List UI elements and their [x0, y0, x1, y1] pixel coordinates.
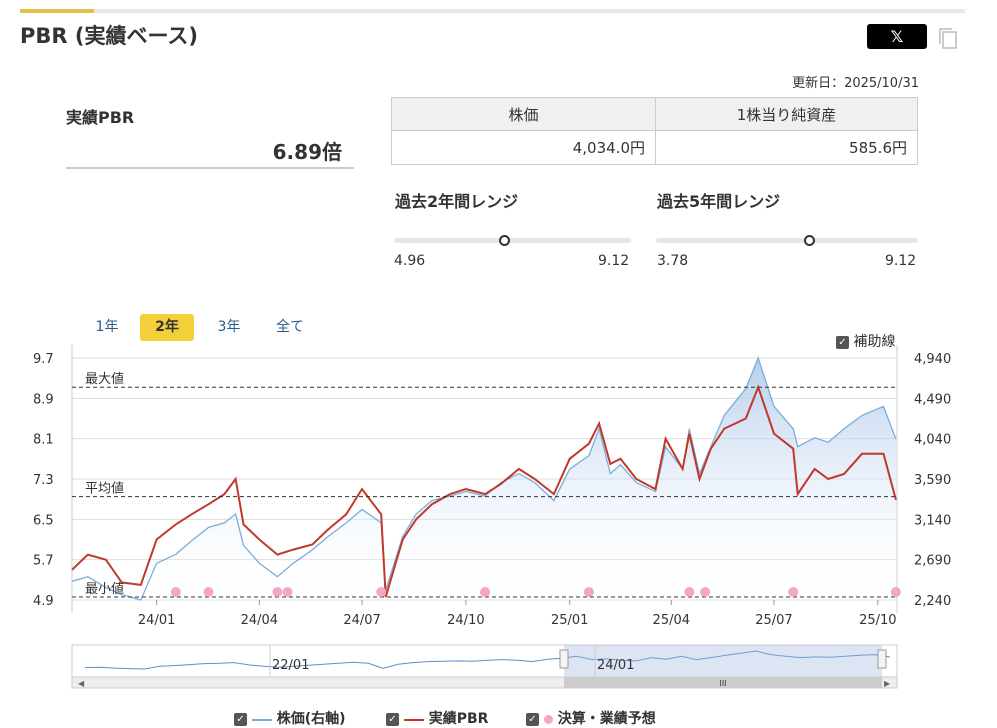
x-tick-label: 24/04: [241, 613, 278, 628]
x-tick-label: 25/01: [551, 613, 588, 628]
navigator-tick-label: 22/01: [272, 658, 309, 673]
event-dot: [480, 587, 491, 597]
pbr-label: 実績PBR: [66, 108, 135, 127]
y-right-tick-label: 3,140: [914, 513, 951, 528]
event-dot: [203, 587, 214, 597]
legend-price-label: 株価(右軸): [276, 711, 346, 727]
pbr-underline: [66, 167, 354, 169]
legend-price-line-icon: [251, 719, 272, 721]
event-dot: [272, 587, 283, 597]
tab-3y[interactable]: 3年: [208, 314, 250, 341]
y-left-tick-label: 8.9: [33, 392, 54, 407]
x-tick-label: 25/07: [755, 613, 792, 628]
bps-header: 1株当り純資産: [655, 97, 918, 131]
event-dot: [282, 587, 293, 597]
range2-label: 過去2年間レンジ: [395, 192, 519, 211]
range2-max: 9.12: [598, 253, 630, 269]
page-title: PBR (実績ベース): [20, 24, 199, 48]
navigator-tick-label: 24/01: [597, 658, 634, 673]
bps-value: 585.6円: [655, 130, 918, 165]
y-left-tick-label: 6.5: [33, 513, 54, 528]
pbr-value: 6.89倍: [272, 140, 342, 164]
updated-date: 更新日：2025/10/31: [792, 76, 919, 91]
legend-event-dot-icon: [543, 714, 553, 724]
legend-pbr[interactable]: ✓ 実績PBR: [386, 708, 488, 728]
event-dot: [376, 587, 387, 597]
scroll-left-icon[interactable]: ◀: [78, 679, 85, 688]
event-dot: [684, 587, 695, 597]
ref-line-label: 最小値: [85, 581, 124, 597]
y-right-tick-label: 2,240: [914, 594, 951, 609]
x-tick-label: 24/01: [138, 613, 175, 628]
tab-all[interactable]: 全て: [266, 314, 314, 341]
x-tick-label: 24/07: [343, 613, 380, 628]
range2-bar: [394, 238, 631, 243]
navigator-handle-left[interactable]: [559, 649, 569, 669]
ref-line-label: 平均値: [85, 481, 124, 497]
y-right-tick-label: 2,690: [914, 554, 951, 569]
range5-marker: [803, 235, 815, 246]
y-right-tick-label: 3,590: [914, 473, 951, 488]
y-left-tick-label: 7.3: [33, 473, 54, 488]
range5-max: 9.12: [885, 253, 917, 269]
top-divider-accent: [20, 9, 94, 13]
event-dot: [890, 587, 901, 597]
event-dot: [170, 587, 181, 597]
y-left-tick-label: 4.9: [33, 594, 54, 609]
y-right-tick-label: 4,040: [914, 433, 951, 448]
y-right-tick-label: 4,940: [914, 352, 951, 367]
y-right-tick-label: 4,490: [914, 392, 951, 407]
price-value: 4,034.0円: [391, 130, 656, 165]
y-left-tick-label: 8.1: [33, 433, 54, 448]
price-header: 株価: [391, 97, 656, 131]
range5-bar: [656, 238, 918, 243]
price-table: 株価 1株当り純資産 4,034.0円 585.6円: [391, 97, 918, 165]
share-x-button[interactable]: 𝕏: [867, 24, 927, 49]
range2-marker: [498, 235, 510, 246]
legend-pbr-label: 実績PBR: [428, 711, 489, 727]
legend-price[interactable]: ✓ 株価(右軸): [234, 708, 346, 728]
tab-1y[interactable]: 1年: [87, 314, 127, 341]
tab-2y[interactable]: 2年: [140, 314, 194, 341]
checkbox-icon[interactable]: ✓: [386, 712, 399, 726]
navigator[interactable]: 22/01 24/01 III ◀ ▶: [71, 644, 898, 689]
range5-label: 過去5年間レンジ: [657, 192, 781, 211]
y-left-tick-label: 5.7: [33, 554, 54, 569]
ref-line-label: 最大値: [85, 371, 124, 387]
event-dot: [700, 587, 711, 597]
range5-min: 3.78: [657, 253, 689, 269]
scroll-right-icon[interactable]: ▶: [884, 679, 891, 688]
checkbox-icon[interactable]: ✓: [234, 712, 247, 726]
copy-icon[interactable]: [937, 26, 959, 50]
x-tick-label: 24/10: [447, 613, 484, 628]
range2-min: 4.96: [394, 253, 426, 269]
x-tick-label: 25/10: [859, 613, 896, 628]
legend-pbr-line-icon: [403, 719, 424, 721]
event-dot: [583, 587, 594, 597]
checkbox-icon[interactable]: ✓: [526, 712, 539, 726]
legend-events[interactable]: ✓ 決算・業績予想: [526, 708, 656, 728]
x-tick-label: 25/04: [653, 613, 690, 628]
y-left-tick-label: 9.7: [33, 352, 54, 367]
event-dot: [788, 587, 799, 597]
scrollbar-grip-icon: III: [719, 679, 726, 688]
pbr-chart[interactable]: 最大値平均値最小値 9.7 4,940 8.9 4,490 8.1 4,040 7.3 3,5…: [0, 345, 997, 707]
navigator-handle-right[interactable]: [877, 649, 887, 669]
top-divider: [20, 9, 965, 13]
legend-events-label: 決算・業績予想: [557, 711, 656, 727]
